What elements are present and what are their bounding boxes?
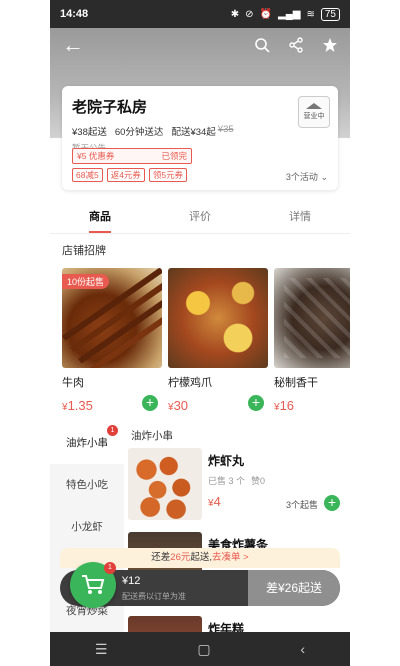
featured-item[interactable]: 10份起售 牛肉 ¥1.35 + — [62, 268, 162, 418]
alarm-icon: ⏰ — [259, 8, 273, 20]
dish-likes: 赞0 — [251, 476, 266, 486]
promo-tag: 68减5 — [72, 168, 103, 182]
featured-item[interactable]: 柠檬鸡爪 ¥30 + — [168, 268, 268, 418]
category-label: 小龙虾 — [71, 521, 103, 533]
shop-info-card: 老院子私房 ¥38起送 60分钟送达 配送¥34起 ¥35 暂无公告 ¥5 优惠… — [62, 86, 338, 190]
add-to-cart-button[interactable]: + — [248, 395, 264, 411]
tab-products[interactable]: 商品 — [50, 204, 150, 233]
dish-min-qty: 3个起售 — [285, 500, 318, 510]
add-more-link[interactable]: 去凑单 > — [212, 552, 249, 563]
add-to-cart-button[interactable]: + — [142, 395, 158, 411]
status-time: 14:48 — [60, 8, 89, 20]
tab-reviews[interactable]: 评价 — [150, 204, 250, 233]
category-item[interactable]: 特色小吃 — [50, 464, 124, 506]
menu-section-title: 油炸小串 — [131, 430, 173, 442]
dish-photo — [274, 268, 350, 368]
share-icon[interactable] — [288, 37, 304, 53]
dish-meta: 已售 3 个 赞0 — [208, 474, 265, 487]
shopping-cart-icon — [82, 575, 105, 594]
min-qty-badge: 10份起售 — [62, 274, 110, 289]
status-bar: 14:48 ✱ ⊘ ⏰ ▂▄▆ ≋ 75 — [50, 0, 350, 28]
promo-tags: 68减5 返4元券 领5元券 — [72, 168, 188, 182]
dish-row[interactable]: 炸虾丸 已售 3 个 赞0 ¥4 3个起售 + — [128, 448, 344, 524]
back-nav-icon[interactable]: ‹ — [300, 641, 305, 657]
promo-tag: 返4元券 — [106, 168, 145, 182]
category-item[interactable]: 油炸小串 1 — [50, 422, 124, 464]
signal-icon: ▂▄▆ — [278, 8, 301, 20]
status-icons: ✱ ⊘ ⏰ ▂▄▆ ≋ 75 — [230, 7, 340, 21]
top-nav: ← — [50, 28, 350, 62]
original-delivery-fee: ¥35 — [217, 124, 234, 135]
shop-name: 老院子私房 — [72, 99, 148, 116]
home-icon[interactable]: ▢ — [197, 641, 210, 658]
shop-status-label: 营业中 — [303, 113, 325, 120]
cart-total: ¥12 — [122, 575, 141, 587]
dish-name: 炸虾丸 — [208, 454, 245, 468]
search-icon[interactable] — [254, 37, 270, 53]
min-order: ¥38起送 — [72, 127, 107, 138]
delivery-time: 60分钟送达 — [114, 127, 164, 138]
tab-details[interactable]: 详情 — [250, 204, 350, 233]
coupon-button[interactable]: ¥5 优惠券 已领完 — [72, 148, 192, 164]
featured-list: 10份起售 牛肉 ¥1.35 + 柠檬鸡爪 ¥30 + 秘制香干 ¥16 — [62, 268, 350, 418]
system-nav-bar: ☰ ▢ ‹ — [50, 632, 350, 666]
favorite-star-icon[interactable] — [322, 37, 338, 53]
cart-bar-area: 还差26元起送,去凑单 > ¥12 配送费以订单为准 差¥26起送 1 — [50, 548, 350, 632]
dish-price: ¥4 — [208, 494, 221, 509]
featured-name: 牛肉 — [62, 377, 84, 389]
featured-name: 秘制香干 — [274, 377, 318, 389]
chevron-down-icon: ⌄ — [320, 172, 328, 182]
battery-icon: 75 — [320, 7, 340, 21]
back-icon[interactable]: ← — [62, 34, 84, 56]
add-to-cart-button[interactable]: + — [324, 495, 340, 511]
shop-delivery-info: ¥38起送 60分钟送达 配送¥34起 ¥35 — [72, 124, 328, 138]
category-badge: 1 — [107, 425, 118, 436]
dish-sold: 已售 3 个 — [208, 476, 246, 486]
featured-name: 柠檬鸡爪 — [168, 377, 212, 389]
tab-bar: 商品 评价 详情 — [50, 204, 350, 234]
dish-photo — [128, 448, 202, 520]
shop-logo: 营业中 — [298, 96, 330, 128]
coupon-status: 已领完 — [161, 151, 187, 161]
featured-item[interactable]: 秘制香干 ¥16 — [274, 268, 350, 418]
coupon-label: ¥5 优惠券 — [77, 151, 115, 161]
checkout-button[interactable]: 差¥26起送 — [248, 570, 340, 606]
app-screen: 14:48 ✱ ⊘ ⏰ ▂▄▆ ≋ 75 ← 老院子私房 ¥38起送 60分钟送… — [50, 0, 350, 666]
mute-icon: ⊘ — [245, 8, 254, 20]
delivery-fee: 配送¥34起 — [171, 127, 216, 138]
cart-fee-note: 配送费以订单为准 — [122, 592, 186, 601]
activity-label: 3个活动 — [285, 172, 318, 182]
wifi-icon: ≋ — [306, 8, 315, 20]
house-icon — [306, 103, 322, 109]
activity-dropdown[interactable]: 3个活动 ⌄ — [286, 170, 328, 183]
cart-count-badge: 1 — [104, 562, 116, 574]
menu-icon[interactable]: ☰ — [95, 641, 108, 658]
promo-tag: 领5元券 — [148, 168, 188, 182]
category-item[interactable]: 小龙虾 — [50, 506, 124, 548]
category-label: 油炸小串 — [66, 437, 108, 449]
dish-photo — [168, 268, 268, 368]
category-label: 特色小吃 — [66, 479, 108, 491]
bluetooth-icon: ✱ — [230, 8, 240, 20]
featured-price: ¥16 — [274, 398, 295, 413]
featured-title: 店铺招牌 — [62, 245, 106, 257]
